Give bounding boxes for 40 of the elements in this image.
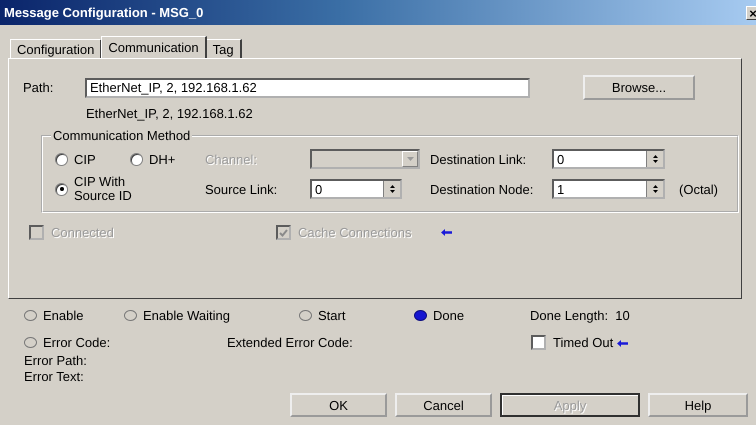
tab[interactable]: Tag — [206, 39, 242, 58]
tab[interactable]: Communication — [101, 36, 207, 58]
destination-link-label: Destination Link: — [430, 152, 528, 166]
spinner-arrows-icon — [388, 184, 396, 194]
browse-button[interactable]: Browse... — [583, 75, 695, 100]
spin-field[interactable]: 0 — [552, 149, 665, 169]
path-field[interactable]: EtherNet_IP, 2, 192.168.1.62 — [85, 78, 530, 98]
group-title: Communication Method — [51, 128, 192, 143]
channel-dropdown[interactable] — [310, 149, 420, 169]
dialog-button[interactable]: Help — [648, 393, 748, 417]
close-button[interactable]: × — [746, 6, 756, 20]
checkbox[interactable]: Timed Out — [531, 335, 614, 350]
done-length: Done Length: 10 — [530, 308, 630, 323]
unit-label: (Octal) — [679, 182, 718, 196]
dialog-button[interactable]: Cancel — [395, 393, 492, 417]
error-text-label: Error Text: — [24, 369, 85, 385]
error-path-label: Error Path: — [24, 353, 88, 369]
status-indicator: Error Code: — [24, 335, 227, 350]
spin-field[interactable]: 1 — [552, 179, 665, 199]
dialog-button[interactable]: OK — [290, 393, 387, 417]
dropdown-arrow-icon — [406, 157, 414, 161]
radio-button[interactable]: CIP — [55, 152, 130, 166]
destination-node-label: Destination Node: — [430, 182, 534, 196]
status-indicator: Enable — [24, 308, 124, 323]
path-label: Path: — [22, 80, 54, 95]
window-title: Message Configuration - MSG_0 — [3, 5, 204, 20]
extended-error-code-label: Extended Error Code: — [227, 335, 354, 350]
channel-label: Channel: — [205, 152, 258, 166]
spinner-arrows-icon — [652, 154, 658, 164]
radio-button[interactable]: CIP With Source ID — [55, 175, 205, 203]
resolved-path: EtherNet_IP, 2, 192.168.1.62 — [86, 106, 254, 121]
spin-field[interactable]: 0 — [310, 179, 402, 199]
status-indicator: Enable Waiting — [124, 308, 299, 323]
status-indicator: Start — [299, 308, 414, 323]
source-link-label: Source Link: — [205, 182, 278, 196]
status-indicator: Done — [414, 308, 530, 323]
tab[interactable]: Configuration — [10, 39, 102, 58]
radio-button[interactable]: DH+ — [130, 152, 205, 166]
spinner-arrows-icon — [652, 184, 658, 194]
checkmark-icon — [279, 228, 288, 236]
